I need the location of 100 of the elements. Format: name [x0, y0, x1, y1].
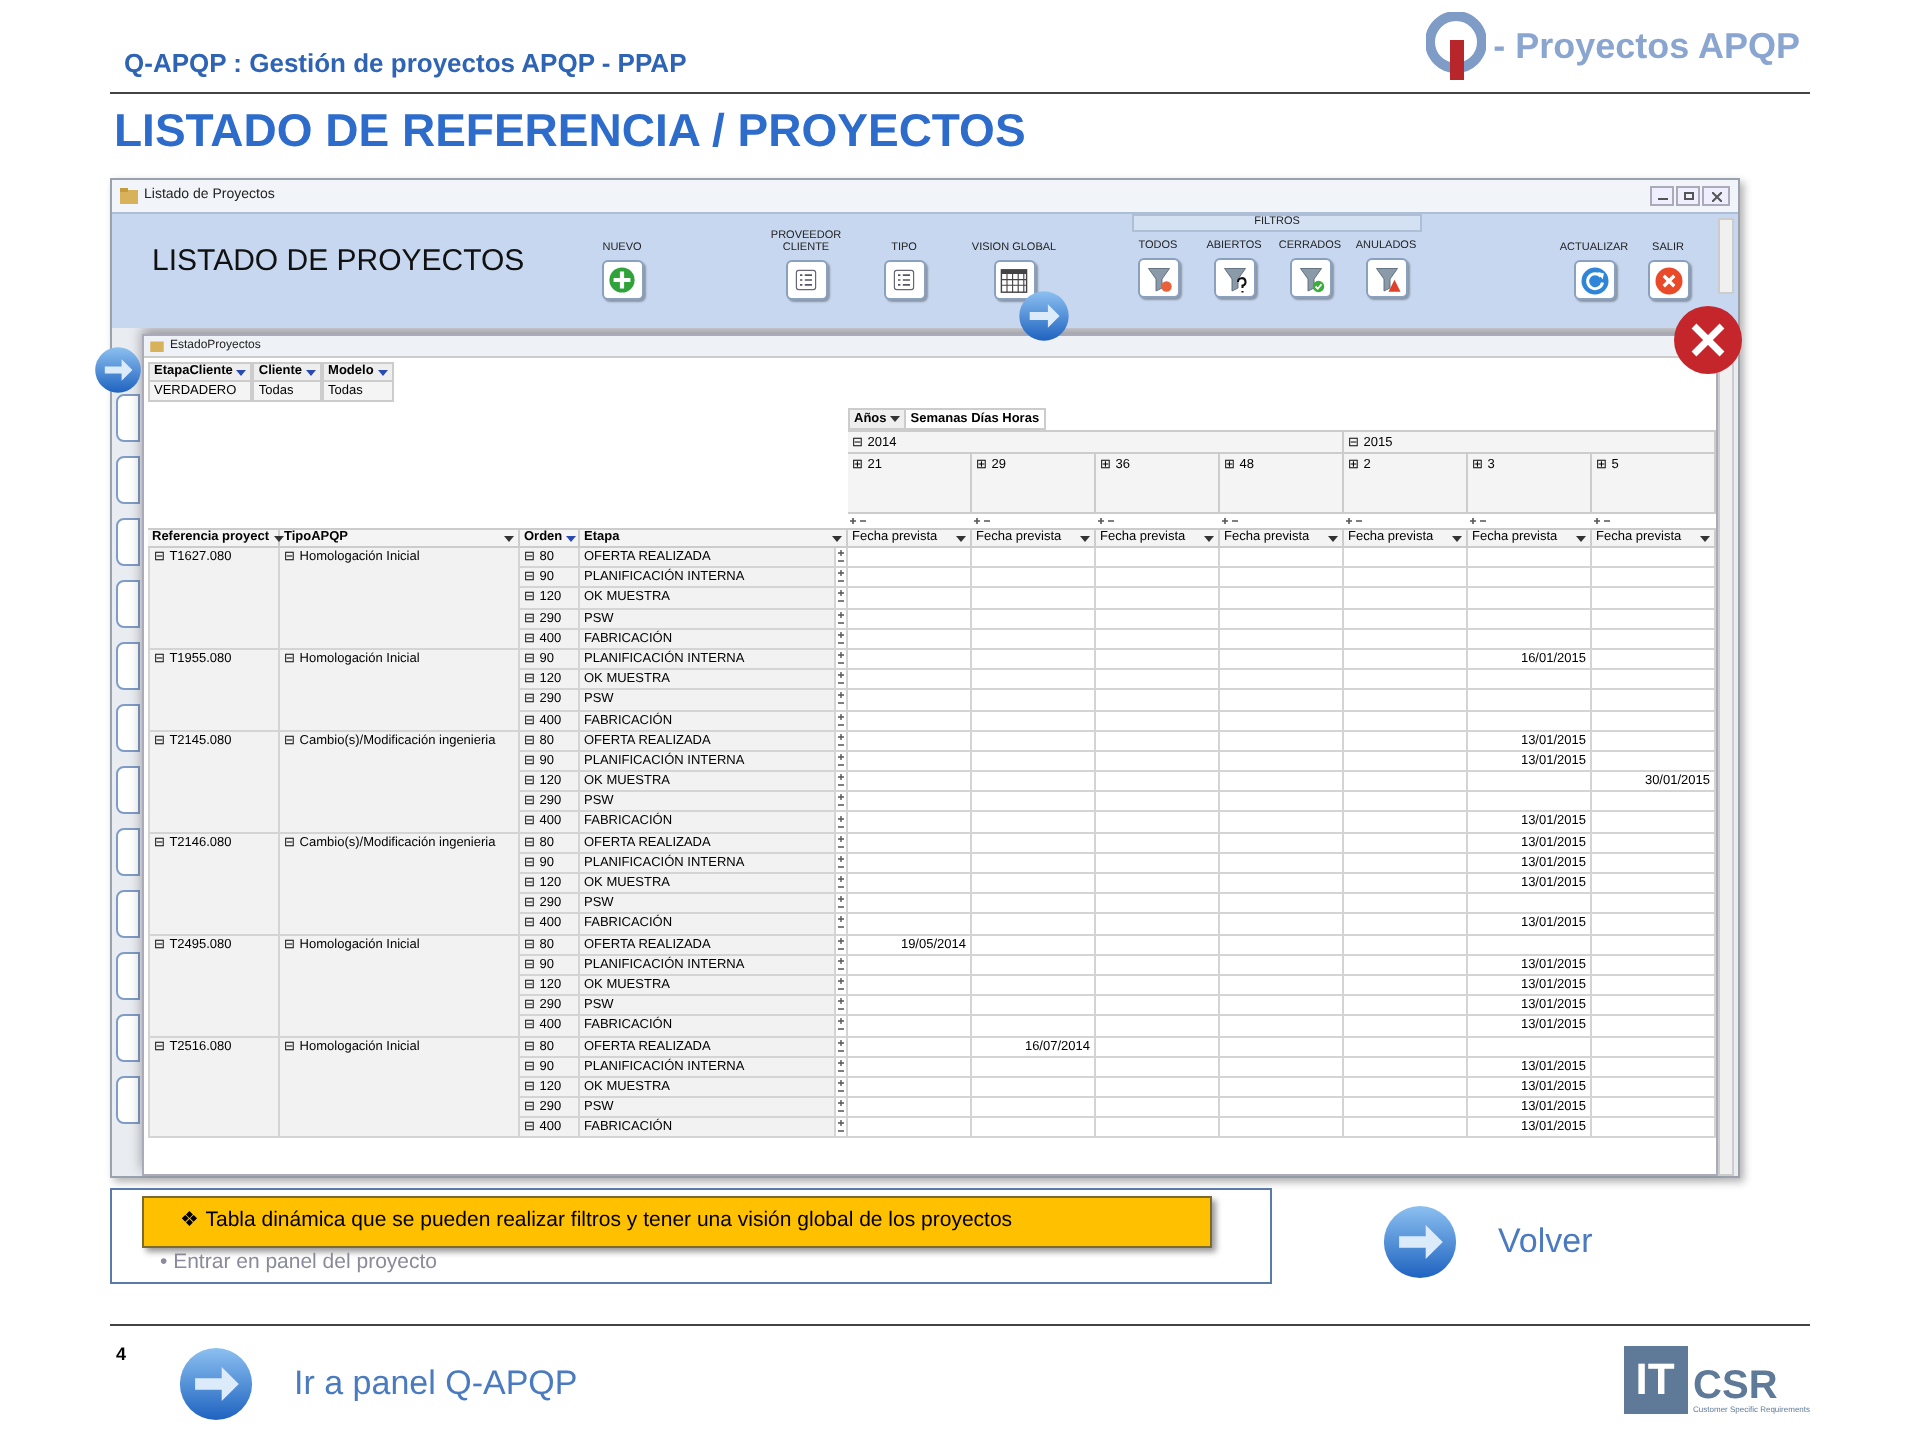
filter-button[interactable]	[1365, 258, 1407, 298]
row-toggle-icon[interactable]	[838, 876, 844, 891]
side-button[interactable]	[116, 518, 140, 566]
side-button[interactable]	[116, 394, 140, 442]
empty-cell	[1220, 874, 1344, 895]
maximize-button[interactable]	[1676, 186, 1700, 206]
empty-cell	[972, 996, 1096, 1017]
empty-cell	[972, 1077, 1096, 1099]
row-toggle-icon[interactable]	[838, 570, 844, 585]
expand-collapse-icon[interactable]	[1594, 516, 1612, 526]
empty-cell	[1096, 935, 1220, 956]
arrow-circle-icon[interactable]	[178, 1346, 255, 1422]
empty-cell	[1592, 812, 1716, 834]
row-toggle-icon[interactable]	[838, 896, 844, 911]
empty-cell	[972, 914, 1096, 936]
row-toggle-icon[interactable]	[838, 937, 844, 952]
side-button[interactable]	[116, 1014, 140, 1062]
empty-cell	[1592, 874, 1716, 895]
row-toggle-icon[interactable]	[838, 815, 844, 830]
side-button[interactable]	[116, 580, 140, 628]
expand-collapse-icon[interactable]	[1470, 516, 1488, 526]
filter-button[interactable]	[1289, 258, 1331, 298]
panel-link[interactable]: Ir a panel Q-APQP	[294, 1358, 578, 1410]
side-button[interactable]	[116, 642, 140, 690]
filter-button[interactable]	[1213, 258, 1255, 298]
empty-cell	[1220, 833, 1344, 854]
empty-cell	[1096, 914, 1220, 936]
row-toggle-icon[interactable]	[838, 1059, 844, 1074]
arrow-circle-icon[interactable]	[1018, 290, 1070, 342]
arrow-circle-icon[interactable]	[94, 346, 142, 394]
exit-button[interactable]	[1647, 260, 1689, 300]
empty-cell	[1592, 792, 1716, 813]
row-toggle-icon[interactable]	[838, 855, 844, 870]
side-button[interactable]	[116, 890, 140, 938]
row-toggle-icon[interactable]	[838, 753, 844, 768]
caret-icon	[1576, 535, 1586, 541]
empty-cell	[1220, 792, 1344, 813]
arrow-circle-icon[interactable]	[1382, 1204, 1458, 1280]
expand-collapse-icon[interactable]	[850, 516, 868, 526]
row-toggle-icon[interactable]	[838, 774, 844, 789]
empty-cell	[1344, 649, 1468, 671]
empty-cell	[972, 649, 1096, 671]
side-button[interactable]	[116, 456, 140, 504]
row-toggle-icon[interactable]	[838, 611, 844, 626]
empty-cell	[972, 772, 1096, 793]
side-button[interactable]	[116, 952, 140, 1000]
close-circle-icon[interactable]	[1672, 304, 1744, 376]
filter-button[interactable]	[1137, 258, 1179, 298]
empty-cell	[1468, 548, 1592, 569]
empty-cell	[1344, 812, 1468, 834]
close-button[interactable]	[1702, 186, 1730, 206]
list-button[interactable]	[785, 260, 827, 300]
caret-icon	[890, 416, 901, 422]
row-toggle-icon[interactable]	[838, 733, 844, 748]
row-toggle-icon[interactable]	[838, 1079, 844, 1094]
row-toggle-icon[interactable]	[838, 1039, 844, 1054]
list-button[interactable]	[883, 260, 925, 300]
expand-collapse-icon[interactable]	[1346, 516, 1364, 526]
empty-cell	[1096, 894, 1220, 915]
row-toggle-icon[interactable]	[838, 835, 844, 850]
empty-cell	[1220, 1077, 1344, 1099]
side-button[interactable]	[116, 1076, 140, 1124]
expand-collapse-icon[interactable]	[974, 516, 992, 526]
empty-cell	[972, 588, 1096, 610]
expand-collapse-icon[interactable]	[1222, 516, 1240, 526]
empty-cell	[1592, 731, 1716, 752]
side-button[interactable]	[116, 828, 140, 876]
row-toggle-icon[interactable]	[838, 1100, 844, 1115]
empty-cell	[1344, 1037, 1468, 1058]
empty-cell	[1096, 812, 1220, 834]
expand-collapse-icon[interactable]	[1098, 516, 1116, 526]
refresh-button[interactable]	[1573, 260, 1615, 300]
new-button[interactable]	[601, 260, 643, 300]
minimize-button[interactable]	[1650, 186, 1674, 206]
back-link[interactable]: Volver	[1498, 1216, 1593, 1268]
row-toggle-icon[interactable]	[838, 1120, 844, 1135]
empty-cell	[972, 975, 1096, 997]
side-button[interactable]	[116, 766, 140, 814]
row-toggle-icon[interactable]	[838, 631, 844, 646]
empty-cell	[1344, 914, 1468, 936]
row-toggle-icon[interactable]	[838, 692, 844, 707]
empty-cell	[1592, 1057, 1716, 1078]
calendar-button[interactable]	[993, 260, 1035, 300]
row-toggle-icon[interactable]	[838, 916, 844, 931]
side-button[interactable]	[116, 704, 140, 752]
row-toggle-icon[interactable]	[838, 672, 844, 687]
row-toggle-icon[interactable]	[838, 998, 844, 1013]
row-toggle-icon[interactable]	[838, 713, 844, 728]
caret-icon	[956, 535, 966, 541]
row-toggle-icon[interactable]	[838, 590, 844, 605]
row-toggle-icon[interactable]	[838, 550, 844, 565]
row-toggle-icon[interactable]	[838, 794, 844, 809]
empty-cell	[1592, 975, 1716, 997]
row-toggle-icon[interactable]	[838, 1018, 844, 1033]
empty-cell	[1592, 955, 1716, 976]
row-toggle-icon[interactable]	[838, 978, 844, 993]
row-toggle-icon[interactable]	[838, 957, 844, 972]
empty-cell	[1096, 751, 1220, 773]
empty-cell	[972, 711, 1096, 732]
row-toggle-icon[interactable]	[838, 652, 844, 667]
